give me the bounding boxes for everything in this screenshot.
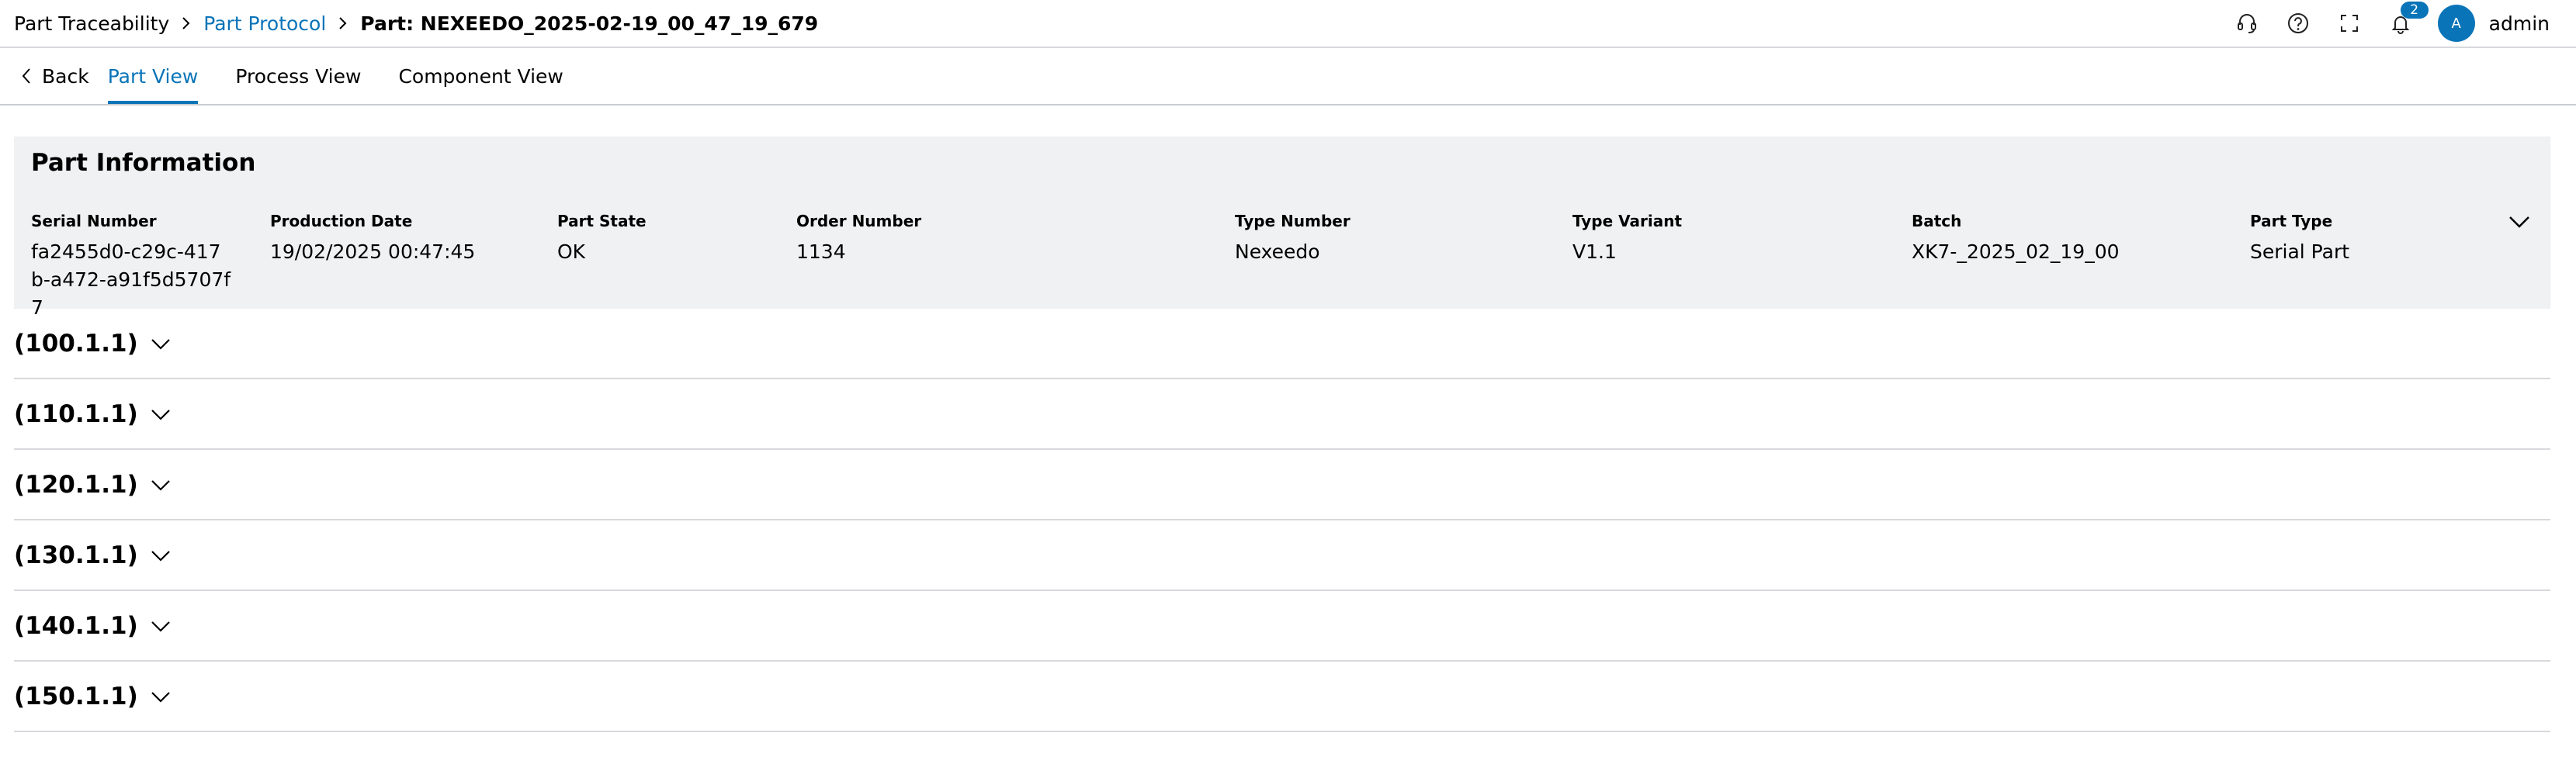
chevron-down-icon (151, 691, 170, 703)
chevron-down-icon (151, 621, 170, 632)
user-name[interactable]: admin (2489, 12, 2550, 35)
chevron-down-icon (151, 338, 170, 350)
fullscreen-icon[interactable] (2335, 9, 2363, 37)
field-label: Serial Number (31, 212, 157, 230)
notification-count-badge: 2 (2400, 2, 2429, 19)
breadcrumb-current-part: Part: NEXEEDO_2025-02-19_00_47_19_679 (360, 12, 819, 35)
section-110-1-1[interactable]: (110.1.1) (14, 379, 2550, 450)
help-icon[interactable] (2284, 9, 2312, 37)
field-batch: Batch XK7-_2025_02_19_00 (1912, 212, 2120, 266)
field-value: XK7-_2025_02_19_00 (1912, 240, 2120, 263)
chevron-down-icon (151, 409, 170, 420)
section-130-1-1[interactable]: (130.1.1) (14, 520, 2550, 591)
section-title: (140.1.1) (14, 611, 138, 640)
section-title: (130.1.1) (14, 541, 138, 569)
field-type-variant: Type Variant V1.1 (1572, 212, 1682, 266)
header-actions: 2 A admin (2233, 2, 2550, 42)
top-bar: Part Traceability Part Protocol Part: NE… (0, 0, 2576, 48)
section-title: (110.1.1) (14, 399, 138, 428)
section-150-1-1[interactable]: (150.1.1) (14, 662, 2550, 732)
view-tabs: Back Part View Process View Component Vi… (0, 48, 2576, 105)
field-value: 19/02/2025 00:47:45 (270, 240, 476, 263)
tab-process-view[interactable]: Process View (235, 48, 361, 104)
chevron-left-icon (22, 68, 30, 84)
breadcrumb-part-traceability[interactable]: Part Traceability (14, 12, 169, 35)
field-value: V1.1 (1572, 240, 1617, 263)
section-title: (120.1.1) (14, 470, 138, 499)
field-serial-number: Serial Number fa2455d0-c29c-417b-a472-a9… (31, 212, 233, 322)
field-type-number: Type Number Nexeedo (1235, 212, 1350, 266)
field-value: Serial Part (2250, 240, 2350, 263)
part-information-title: Part Information (31, 149, 256, 177)
field-label: Part State (557, 212, 647, 230)
tab-part-view[interactable]: Part View (107, 48, 199, 104)
field-label: Type Number (1235, 212, 1350, 230)
notification-bell-icon[interactable]: 2 (2387, 2, 2429, 37)
tab-component-view[interactable]: Component View (398, 48, 563, 104)
field-part-type: Part Type Serial Part (2250, 212, 2349, 266)
field-label: Type Variant (1572, 212, 1683, 230)
section-120-1-1[interactable]: (120.1.1) (14, 450, 2550, 520)
section-title: (150.1.1) (14, 682, 138, 710)
field-part-state: Part State OK (557, 212, 647, 266)
headset-icon[interactable] (2233, 9, 2261, 37)
field-label: Order Number (796, 212, 922, 230)
chevron-right-icon (337, 16, 349, 31)
field-value: 1134 (796, 240, 846, 263)
breadcrumb: Part Traceability Part Protocol Part: NE… (14, 12, 818, 35)
back-button[interactable]: Back (20, 48, 89, 104)
field-label: Production Date (270, 212, 413, 230)
section-title: (100.1.1) (14, 329, 138, 358)
chevron-down-icon[interactable] (2505, 211, 2533, 233)
section-100-1-1[interactable]: (100.1.1) (14, 309, 2550, 379)
process-sections: (100.1.1) (110.1.1) (120.1.1) (130.1.1) … (14, 309, 2550, 732)
field-order-number: Order Number 1134 (796, 212, 921, 266)
chevron-right-icon (180, 16, 192, 31)
section-140-1-1[interactable]: (140.1.1) (14, 591, 2550, 662)
field-label: Part Type (2250, 212, 2333, 230)
field-label: Batch (1912, 212, 1962, 230)
chevron-down-icon (151, 479, 170, 491)
part-information-card: Part Information Serial Number fa2455d0-… (14, 137, 2550, 319)
field-production-date: Production Date 19/02/2025 00:47:45 (270, 212, 475, 266)
chevron-down-icon (151, 550, 170, 562)
breadcrumb-part-protocol[interactable]: Part Protocol (203, 12, 326, 35)
avatar[interactable]: A (2437, 5, 2475, 42)
back-label: Back (42, 64, 89, 88)
field-value: OK (557, 240, 586, 263)
field-value: Nexeedo (1235, 240, 1320, 263)
